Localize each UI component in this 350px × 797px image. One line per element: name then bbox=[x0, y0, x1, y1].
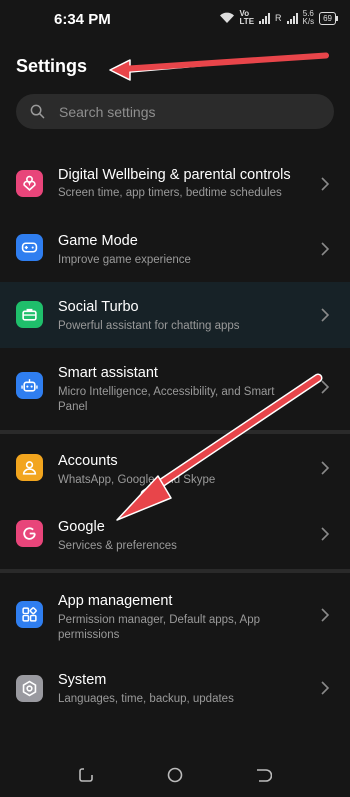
chevron-right-icon bbox=[321, 308, 330, 322]
settings-item-accounts[interactable]: Accounts WhatsApp, Google, and Skype bbox=[0, 436, 350, 502]
item-subtitle: Permission manager, Default apps, App pe… bbox=[58, 614, 261, 641]
settings-item-google[interactable]: Google Services & preferences bbox=[0, 502, 350, 568]
item-subtitle: Powerful assistant for chatting apps bbox=[58, 320, 240, 332]
chevron-right-icon bbox=[321, 177, 330, 191]
page-title: Settings bbox=[16, 56, 88, 76]
system-hexagon-icon bbox=[16, 675, 43, 702]
chevron-right-icon bbox=[321, 681, 330, 695]
settings-item-social-turbo[interactable]: Social Turbo Powerful assistant for chat… bbox=[0, 282, 350, 348]
navigation-bar bbox=[0, 752, 350, 797]
section-divider bbox=[0, 430, 350, 434]
settings-item-digital-wellbeing[interactable]: Digital Wellbeing & parental controls Sc… bbox=[0, 150, 350, 216]
home-icon[interactable] bbox=[166, 766, 184, 784]
item-title: Digital Wellbeing & parental controls bbox=[58, 167, 291, 183]
item-subtitle: WhatsApp, Google, and Skype bbox=[58, 474, 216, 486]
item-title: Google bbox=[58, 519, 105, 535]
chevron-right-icon bbox=[321, 608, 330, 622]
back-icon[interactable] bbox=[254, 766, 272, 784]
battery-icon: 69 bbox=[319, 11, 338, 25]
item-title: Game Mode bbox=[58, 233, 138, 249]
settings-item-app-management[interactable]: App management Permission manager, Defau… bbox=[0, 575, 350, 655]
roaming-indicator: R bbox=[275, 13, 282, 23]
item-title: System bbox=[58, 672, 107, 688]
apps-grid-icon bbox=[16, 601, 43, 628]
wifi-icon bbox=[219, 12, 234, 23]
network-speed: 5.6 K/s bbox=[303, 10, 315, 26]
settings-item-game-mode[interactable]: Game Mode Improve game experience bbox=[0, 216, 350, 282]
account-icon bbox=[16, 454, 43, 481]
battery-level: 69 bbox=[323, 13, 332, 23]
item-subtitle: Screen time, app timers, bedtime schedul… bbox=[58, 187, 282, 199]
volte-bottom: LTE bbox=[239, 17, 255, 26]
chevron-right-icon bbox=[321, 380, 330, 394]
item-subtitle: Micro Intelligence, Accessibility, and S… bbox=[58, 386, 275, 413]
search-input[interactable]: Search settings bbox=[16, 94, 334, 129]
section-divider bbox=[0, 569, 350, 573]
search-placeholder: Search settings bbox=[59, 104, 156, 120]
briefcase-icon bbox=[16, 301, 43, 328]
status-icons: Vo LTE R 5.6 K/s 69 bbox=[219, 10, 338, 26]
chevron-right-icon bbox=[321, 461, 330, 475]
settings-item-system[interactable]: System Languages, time, backup, updates bbox=[0, 655, 350, 721]
settings-item-smart-assistant[interactable]: Smart assistant Micro Intelligence, Acce… bbox=[0, 348, 350, 428]
signal-icon bbox=[259, 12, 271, 24]
volte-indicator: Vo LTE bbox=[240, 10, 255, 26]
item-title: Smart assistant bbox=[58, 365, 158, 381]
robot-icon bbox=[16, 372, 43, 399]
chevron-right-icon bbox=[321, 242, 330, 256]
chevron-right-icon bbox=[321, 527, 330, 541]
item-subtitle: Improve game experience bbox=[58, 254, 191, 266]
status-time: 6:34 PM bbox=[54, 11, 111, 28]
speed-unit: K/s bbox=[302, 17, 315, 26]
gamepad-icon bbox=[16, 234, 43, 261]
arrow-to-settings-title bbox=[109, 52, 329, 81]
item-subtitle: Services & preferences bbox=[58, 540, 177, 552]
recent-apps-icon[interactable] bbox=[78, 766, 96, 784]
item-title: Accounts bbox=[58, 453, 118, 469]
search-icon bbox=[30, 104, 45, 119]
google-icon bbox=[16, 520, 43, 547]
heart-person-icon bbox=[16, 170, 43, 197]
item-title: App management bbox=[58, 593, 173, 609]
item-subtitle: Languages, time, backup, updates bbox=[58, 693, 234, 705]
status-bar: 6:34 PM Vo LTE R 5.6 K/s 69 bbox=[0, 0, 350, 38]
item-title: Social Turbo bbox=[58, 299, 139, 315]
signal-icon-2 bbox=[286, 12, 298, 24]
